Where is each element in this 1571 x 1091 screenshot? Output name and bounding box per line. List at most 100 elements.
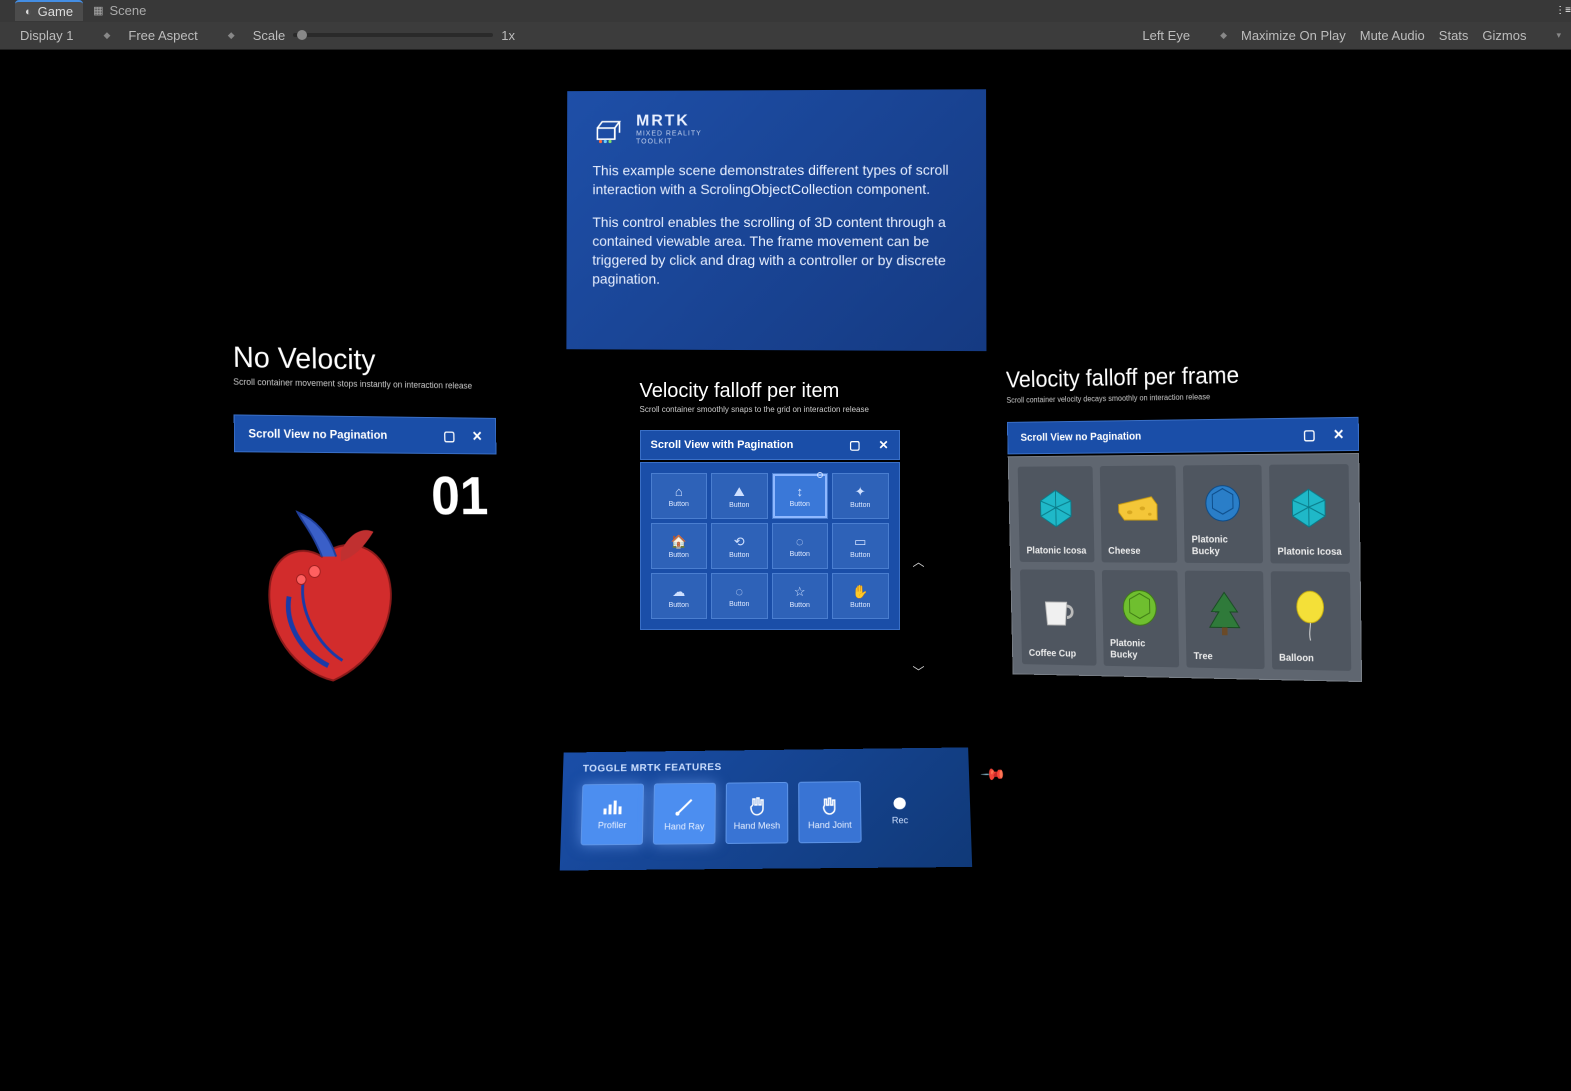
mrtk-title: MRTK	[636, 112, 702, 130]
page-up-icon[interactable]: ︿	[912, 553, 924, 570]
display-dropdown[interactable]: Display 1 ◆	[20, 28, 110, 43]
grid-button[interactable]: ✦Button	[832, 473, 889, 519]
stats-toggle[interactable]: Stats	[1439, 28, 1469, 43]
editor-toolbar: ◐Game ▦Scene ⋮≡ Display 1◆ Free Aspect◆ …	[0, 0, 1571, 50]
chevron-icon: ◆	[228, 30, 235, 41]
scroll-view-header[interactable]: Scroll View no Pagination ▢ ✕	[1006, 417, 1358, 455]
feature-label: Hand Mesh	[733, 821, 780, 831]
button-label: Button	[790, 602, 810, 609]
scroll-content-heart[interactable]: 01	[234, 472, 483, 702]
ray-icon	[673, 796, 695, 818]
feature-toggle-button[interactable]: Profiler	[580, 784, 643, 846]
grid-button[interactable]: ◌Button	[772, 523, 829, 569]
scale-slider[interactable]	[293, 33, 493, 37]
card-thumbnail-icon	[1190, 471, 1254, 535]
close-icon[interactable]: ✕	[1332, 426, 1344, 443]
button-label: Button	[729, 601, 749, 608]
scroll-view-header[interactable]: Scroll View with Pagination ▢ ✕	[640, 430, 900, 460]
grid-button[interactable]: ✋Button	[832, 573, 889, 619]
pin-icon[interactable]: 📌	[979, 761, 1008, 789]
info-paragraph-2: This control enables the scrolling of 3D…	[592, 213, 960, 289]
card-label: Cheese	[1108, 546, 1170, 557]
panel-velocity-per-frame: Velocity falloff per frame Scroll contai…	[1005, 359, 1361, 682]
grid-button[interactable]: ▭Button	[832, 523, 889, 569]
button-icon: ⟲	[734, 534, 745, 550]
bars-icon	[601, 798, 623, 816]
model-card[interactable]: Balloon	[1270, 571, 1351, 671]
aspect-label: Free Aspect	[128, 28, 197, 43]
grid-button[interactable]: ◌Button	[711, 573, 768, 619]
button-label: Button	[850, 502, 870, 509]
model-card[interactable]: Platonic Icosa	[1268, 464, 1349, 564]
grid-button[interactable]: ⟲Button	[711, 523, 768, 569]
card-label: Platonic Bucky	[1109, 638, 1171, 661]
toggle-title: TOGGLE MRTK FEATURES	[582, 759, 948, 774]
grid-button[interactable]: ☆ Button	[772, 573, 829, 619]
window-icon[interactable]: ▢	[849, 438, 860, 452]
display-label: Display 1	[20, 28, 73, 43]
panel-title: Velocity falloff per item	[640, 380, 900, 403]
close-icon[interactable]: ✕	[471, 428, 482, 445]
card-label: Platonic Icosa	[1277, 546, 1342, 558]
model-card[interactable]: Tree	[1184, 571, 1263, 670]
header-label: Scroll View with Pagination	[651, 439, 794, 451]
window-icon[interactable]: ▢	[1302, 426, 1315, 443]
tab-scene[interactable]: ▦Scene	[83, 1, 156, 20]
model-card[interactable]: Coffee Cup	[1019, 569, 1095, 665]
tab-scene-label: Scene	[109, 3, 146, 18]
gizmos-dropdown[interactable]: Gizmos ▾	[1482, 28, 1561, 43]
game-viewport[interactable]: MRTK MIXED REALITY TOOLKIT This example …	[0, 50, 1571, 1091]
button-label: Button	[850, 552, 870, 559]
feature-toggle-button[interactable]: Hand Mesh	[725, 782, 788, 844]
scale-control: Scale 1x	[253, 28, 515, 43]
grid-button[interactable]: ⛰Button	[711, 473, 768, 519]
close-icon[interactable]: ✕	[878, 438, 888, 452]
scroll-view-header[interactable]: Scroll View no Pagination ▢ ✕	[233, 414, 496, 454]
panel-title: Velocity falloff per frame	[1005, 359, 1358, 394]
grid-button[interactable]: ↕ Button	[772, 473, 829, 519]
grid-button[interactable]: 🏠Button	[651, 523, 708, 569]
heart-model-icon[interactable]	[244, 502, 418, 702]
model-card[interactable]: Cheese	[1099, 465, 1177, 562]
card-grid-frame[interactable]: Platonic Icosa Cheese Platonic Bucky Platon…	[1007, 453, 1361, 682]
feature-label: Hand Joint	[807, 820, 851, 830]
button-icon: ☁	[672, 584, 685, 600]
page-down-icon[interactable]: ﹀	[912, 663, 924, 680]
panel-subtitle: Scroll container movement stops instantl…	[233, 377, 495, 391]
chevron-icon: ◆	[1220, 30, 1227, 41]
tab-options-icon[interactable]: ⋮≡	[1555, 5, 1571, 16]
card-thumbnail-icon	[1192, 577, 1256, 652]
page-number: 01	[430, 464, 488, 527]
mute-toggle[interactable]: Mute Audio	[1360, 28, 1425, 43]
card-thumbnail-icon	[1106, 471, 1169, 545]
mrtk-logo-icon	[592, 115, 624, 143]
grid-button[interactable]: ☁Button	[651, 573, 708, 619]
slider-thumb[interactable]	[297, 30, 307, 40]
record-toggle[interactable]: Rec	[891, 797, 908, 825]
card-label: Balloon	[1278, 652, 1343, 665]
maximize-toggle[interactable]: Maximize On Play	[1241, 28, 1346, 43]
aspect-dropdown[interactable]: Free Aspect ◆	[128, 28, 234, 43]
model-card[interactable]: Platonic Bucky	[1101, 570, 1179, 667]
model-card[interactable]: Platonic Icosa	[1017, 466, 1093, 562]
feature-toggle-button[interactable]: Hand Ray	[652, 783, 715, 845]
feature-toggle-button[interactable]: Hand Joint	[798, 781, 862, 843]
window-icon[interactable]: ▢	[443, 427, 455, 444]
chevron-icon: ▾	[1556, 30, 1561, 41]
card-thumbnail-icon	[1024, 472, 1086, 546]
model-card[interactable]: Platonic Bucky	[1182, 465, 1262, 564]
gizmos-label: Gizmos	[1482, 28, 1526, 43]
tab-game-label: Game	[38, 4, 73, 19]
scale-label: Scale	[253, 28, 286, 43]
button-label: Button	[790, 501, 810, 508]
button-label: Button	[669, 552, 689, 559]
button-icon: ↕	[797, 484, 804, 499]
tab-game[interactable]: ◐Game	[15, 0, 83, 21]
eye-dropdown[interactable]: Left Eye◆	[1142, 28, 1227, 43]
grid-button[interactable]: ⌂Button	[651, 473, 708, 519]
button-icon: ☆	[794, 584, 806, 600]
header-label: Scroll View no Pagination	[248, 427, 387, 442]
chevron-icon: ◆	[103, 30, 110, 41]
button-grid-frame[interactable]: ⌂Button⛰Button↕Button✦Button🏠Button⟲Butt…	[640, 462, 900, 630]
card-label: Platonic Bucky	[1191, 535, 1254, 558]
